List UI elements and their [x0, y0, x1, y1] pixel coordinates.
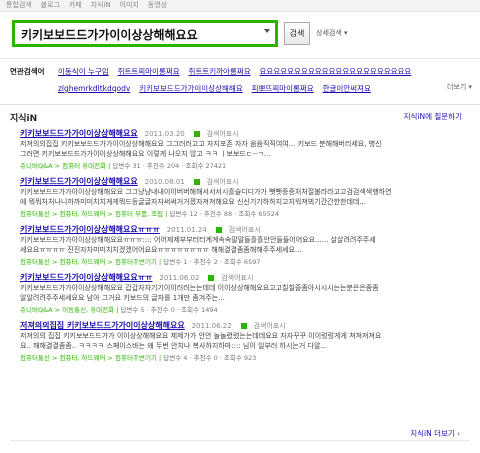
related-link[interactable]: 쥐트트찌마이롱쩌요 — [118, 66, 180, 77]
result-meta: 컴퓨터통신 > 컴퓨터, 하드웨어 > 컴퓨터 부품, 조립 | 답변수 12 … — [20, 210, 280, 218]
highlight-icon — [240, 322, 247, 329]
kin-more-link[interactable]: 지식iN 더보기 › — [410, 428, 460, 439]
result-date: 2010.08.01 — [144, 178, 185, 186]
top-navigation: 통합검색 블로그 카페 지식iN 이미지 동영상 — [0, 0, 480, 12]
result-title-link[interactable]: 키키보보드드가가이이상상해해요요 — [20, 129, 138, 138]
nav-tab-kin[interactable]: 지식iN — [91, 0, 111, 10]
result-meta: 컴퓨터통신 > 컴퓨터, 하드웨어 > 컴퓨터주변기기 | 답변수 4 · 추천… — [20, 354, 257, 362]
result-snippet: 그러면 키키보보드드가가이이상상해해요요 이렇게 나오지 않고 ㅋㅋ ㅣ보보드ㄷ… — [20, 150, 271, 158]
highlight-icon — [193, 178, 200, 185]
kin-section-title: 지식iN — [10, 114, 38, 124]
related-link[interactable]: 요요요요요요요요요요요요요요요요요요요요요요 — [260, 66, 412, 77]
nav-tab-video[interactable]: 동영상 — [148, 0, 167, 10]
result-meta: 쥬니버Q&A > 이동통신, 휴대전화 | 답변수 5 · 추천수 0 · 조회… — [20, 306, 218, 314]
related-link[interactable]: 키키보보드드가가이이상상해해요 — [139, 83, 243, 94]
result-meta: 쥬니버Q&A > 컴퓨터 휴대전화 | 답변수 31 · 추천수 204 · 조… — [20, 162, 227, 170]
result-snippet: 키키보보드드가가이이상상해해요요 그그냥냥내내이이버버해해서서서시흘슬디디가가 … — [20, 188, 392, 196]
related-link[interactable]: 한글이안써져요 — [323, 83, 371, 94]
result-category[interactable]: 컴퓨터통신 > 컴퓨터, 하드웨어 > 컴퓨터 부품, 조립 — [20, 210, 163, 218]
result-date: 2011.03.20 — [144, 130, 185, 138]
autocomplete-dropdown-icon[interactable] — [264, 29, 270, 33]
kin-result: 키키보보드드가가이이상상해해요요ㅠㅠㅠ 2011.01.24 검색어표시 키키보… — [20, 224, 470, 266]
kin-result: 키키보보드드가가이이상상해해요요 2011.03.20 검색어표시 저져의의집집… — [20, 128, 470, 170]
result-highlight-label[interactable]: 검색어표시 — [206, 130, 238, 138]
result-date: 2011.06.22 — [191, 322, 232, 330]
related-searches-title: 연관검색어 — [10, 67, 45, 76]
kin-result: 저져의의집집 키키보보드드가가이이상상해해요요 2011.06.22 검색어표시… — [20, 320, 470, 362]
search-input[interactable] — [21, 27, 251, 42]
footer-divider — [10, 440, 470, 441]
search-button[interactable]: 검색 — [284, 22, 310, 45]
related-searches: 연관검색어 이동식이 누구임 쥐트트찌마이롱쩌요 쥐트트키까아롱쩌요 요요요요요… — [10, 66, 480, 96]
nav-tab-blog[interactable]: 블로그 — [41, 0, 60, 10]
highlight-icon — [215, 226, 222, 233]
result-highlight-label[interactable]: 검색어표시 — [229, 226, 261, 234]
related-link[interactable]: zlghemrkdltkdqodv — [58, 84, 130, 93]
result-snippet: 저져의의집집 키키보보드드가가이이상상해해요요 그그러러고고 자지포존 자자 음… — [20, 140, 382, 148]
result-snippet: 키키보보드드가가이이상상해해요요ㅠㅠㅠ:::: 어어제제부부터터계계속속말말들흘… — [20, 236, 376, 244]
related-link[interactable]: 피뽀뜨찌마이롱쩌요 — [252, 83, 314, 94]
result-title-link[interactable]: 저져의의집집 키키보보드드가가이이상상해해요요 — [20, 321, 185, 330]
result-title-link[interactable]: 키키보보드드가가이이상상해해요요ㅠㅠㅠ — [20, 225, 160, 234]
detail-search-link[interactable]: 상세검색 ▾ — [316, 28, 348, 38]
result-highlight-label[interactable]: 검색어표시 — [206, 178, 238, 186]
result-snippet: 세요요ㅠㅠㅠㅠ 진진자차미미치치겠겠어어요요ㅠㅠㅠㅠㅠㅠㅠㅠ 해해결결좀좀해해주… — [20, 246, 302, 254]
nav-tab-image[interactable]: 이미지 — [120, 0, 139, 10]
result-category[interactable]: 컴퓨터통신 > 컴퓨터, 하드웨어 > 컴퓨터주변기기 — [20, 354, 157, 362]
result-stats: 답변수 1 · 추천수 2 · 조회수 6597 — [163, 258, 261, 266]
result-date: 2011.01.24 — [166, 226, 207, 234]
nav-tab-cafe[interactable]: 카페 — [69, 0, 82, 10]
header-divider — [0, 58, 480, 59]
result-meta: 컴퓨터통신 > 컴퓨터, 하드웨어 > 컴퓨터주변기기 | 답변수 1 · 추천… — [20, 258, 261, 266]
result-snippet: 키키보보드드가가이이상상해해요요 갑갑자자기기이이러러는는데데 이이상상해해요요… — [20, 284, 379, 292]
nav-tab-all[interactable]: 통합검색 — [6, 0, 32, 10]
related-searches-links: 이동식이 누구임 쥐트트찌마이롱쩌요 쥐트트키까아롱쩌요 요요요요요요요요요요요… — [58, 66, 458, 100]
result-snippet: 저져의의 집집 키키보보드드가가 이이상상해해요요 제제가가 안안 놀놀렸렸는는… — [20, 332, 382, 340]
result-stats: 답변수 12 · 추천수 88 · 조회수 65524 — [169, 210, 280, 218]
kin-result: 키키보보드드가가이이상상해해요요ㅠㅠ 2011.06.02 검색어표시 키키보보… — [20, 272, 470, 314]
result-stats: 답변수 31 · 추천수 204 · 조회수 27421 — [112, 162, 227, 170]
related-link[interactable]: 이동식이 누구임 — [58, 66, 109, 77]
result-snippet: 요.. 해해결결좀좀.. ㅋㅋㅋㅋ 스페이스바는 왜 두번 안치나 복사하지하마… — [20, 342, 328, 350]
kin-ask-link[interactable]: 지식iN에 질문하기 — [404, 111, 462, 122]
result-title-link[interactable]: 키키보보드드가가이이상상해해요요 — [20, 177, 138, 186]
kin-more-label[interactable]: 지식iN 더보기 — [410, 429, 455, 438]
result-date: 2011.06.02 — [159, 274, 200, 282]
search-box[interactable] — [12, 20, 278, 47]
highlight-icon — [193, 130, 200, 137]
result-snippet: 에 뭐뭐처처나니까까미미치치게게뭐드등글글자자써써거거졌자져져해요요 신신기기하… — [20, 198, 367, 206]
related-link[interactable]: 쥐트트키까아롱쩌요 — [189, 66, 251, 77]
kin-results-list: 키키보보드드가가이이상상해해요요 2011.03.20 검색어표시 저져의의집집… — [20, 128, 470, 368]
highlight-icon — [208, 274, 215, 281]
related-more-button[interactable]: 더보기 ▾ — [447, 82, 472, 92]
chevron-right-icon: › — [457, 430, 460, 438]
result-stats: 답변수 4 · 추천수 0 · 조회수 923 — [163, 354, 257, 362]
result-title-link[interactable]: 키키보보드드가가이이상상해해요요ㅠㅠ — [20, 273, 152, 282]
result-category[interactable]: 쥬니버Q&A > 컴퓨터 휴대전화 — [20, 162, 106, 170]
result-snippet: 알알려려주주세세요요 남아 그거요 키보드의 글자를 1개만 좀겨주는... — [20, 294, 225, 302]
result-highlight-label[interactable]: 검색어표시 — [253, 322, 285, 330]
result-category[interactable]: 쥬니버Q&A > 이동통신, 휴대전화 — [20, 306, 114, 314]
result-highlight-label[interactable]: 검색어표시 — [221, 274, 253, 282]
search-area: 검색 상세검색 ▾ — [12, 20, 472, 50]
result-category[interactable]: 컴퓨터통신 > 컴퓨터, 하드웨어 > 컴퓨터주변기기 — [20, 258, 157, 266]
kin-result: 키키보보드드가가이이상상해해요요 2010.08.01 검색어표시 키키보보드드… — [20, 176, 470, 218]
kin-section-header: 지식iN 지식iN에 질문하기 — [10, 111, 470, 125]
result-stats: 답변수 5 · 추천수 0 · 조회수 1494 — [120, 306, 218, 314]
section-divider — [0, 104, 480, 105]
